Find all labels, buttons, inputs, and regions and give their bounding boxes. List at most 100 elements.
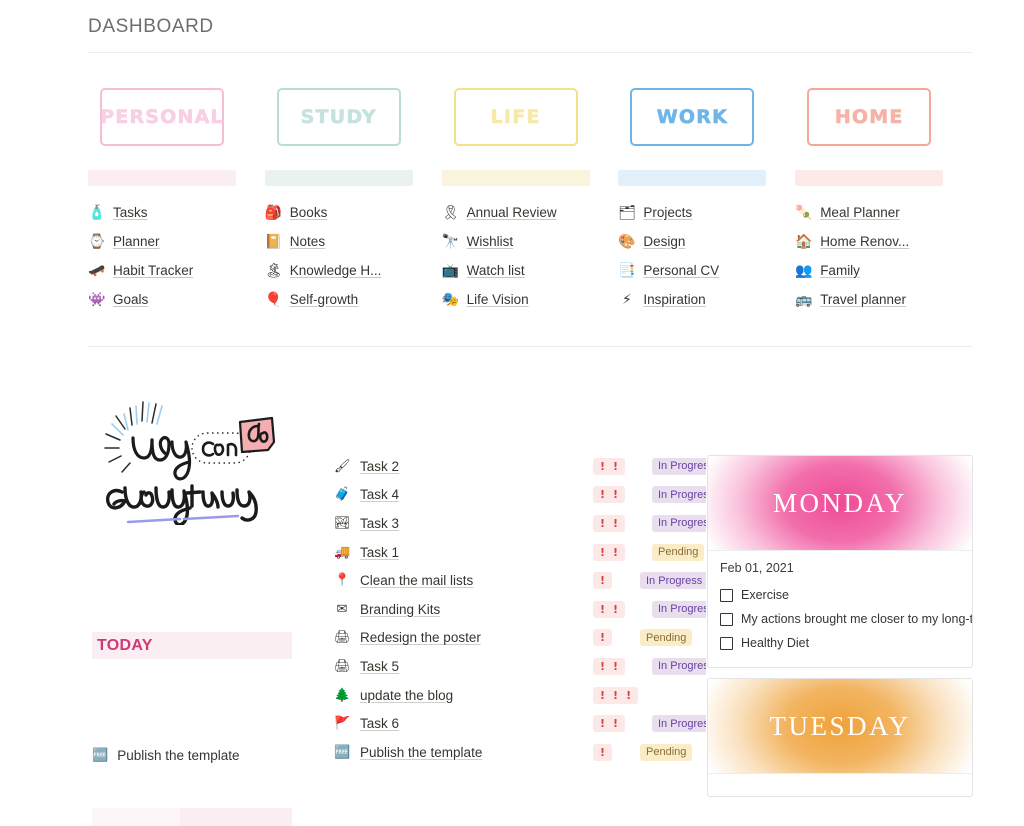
task-label: Task 4 [360, 487, 400, 503]
category-link[interactable]: 📔 Notes [265, 227, 442, 256]
category-links: 🧴 Tasks ⌚ Planner 🛹 Habit Tracker 👾 Goals [88, 198, 265, 314]
status-badge[interactable]: Pending [652, 543, 705, 561]
category-link[interactable]: 👾 Goals [88, 285, 265, 314]
left-column: TODAY 🆓 Publish the template [92, 400, 292, 826]
task-row[interactable]: 🧳 Task 4 [334, 481, 584, 510]
category-link[interactable]: 🎨 Design [618, 227, 795, 256]
status-badge[interactable]: Pending [640, 743, 693, 761]
status-badge[interactable]: In Progress [652, 486, 706, 504]
category-link-label: Design [643, 234, 686, 249]
category-card-personal[interactable]: PERSONAL [100, 88, 224, 146]
priority-mark: ! [600, 488, 606, 502]
category-link[interactable]: 🧴 Tasks [88, 198, 265, 227]
priority-badge[interactable]: !!! [593, 686, 639, 704]
task-row[interactable]: 🏞 Task 3 [334, 509, 584, 538]
status-badge[interactable]: In Progress [652, 657, 706, 675]
task-row[interactable]: 🌲 update the blog [334, 681, 584, 710]
category-link[interactable]: 🔭 Wishlist [442, 227, 619, 256]
category-grid: PERSONAL 🧴 Tasks ⌚ Planner 🛹 Habit Tracker 👾 Goa… [88, 88, 972, 314]
priority-badge[interactable]: !! [593, 657, 626, 675]
category-card-work[interactable]: WORK [630, 88, 755, 146]
house-icon: 🏠 [795, 233, 813, 250]
task-row[interactable]: 🖨 Redesign the poster [334, 624, 584, 653]
paintbrush-icon: 🖌 [334, 458, 351, 474]
category-column: WORK 🗂 Projects 🎨 Design 📑 Personal CV ⚡ Inspira… [618, 88, 795, 314]
checkbox[interactable] [720, 588, 733, 602]
task-row[interactable]: 🖌 Task 2 [334, 452, 584, 481]
task-row[interactable]: ✉ Branding Kits [334, 595, 584, 624]
category-link[interactable]: 📺 Watch list [442, 256, 619, 285]
priority-mark: ! [613, 717, 619, 731]
task-row[interactable]: 📍 Clean the mail lists [334, 566, 584, 595]
checklist-item[interactable]: My actions brought me closer to my long-… [720, 607, 972, 631]
priority-badge[interactable]: ! [593, 629, 613, 647]
page-title: DASHBOARD [88, 16, 214, 37]
category-link[interactable]: ⌚ Planner [88, 227, 265, 256]
category-card-home[interactable]: HOME [807, 88, 932, 146]
checklist-item[interactable]: Healthy Diet [720, 631, 960, 655]
category-link[interactable]: 📑 Personal CV [618, 256, 795, 285]
tree-icon: 🌲 [334, 687, 351, 703]
status-badge[interactable]: In Progress [640, 572, 706, 590]
day-card-monday[interactable]: MONDAY Feb 01, 2021 Exercise My actions bro… [707, 455, 973, 668]
category-link[interactable]: 🎭 Life Vision [442, 285, 619, 314]
day-card-tuesday[interactable]: TUESDAY [707, 678, 973, 797]
category-link-label: Inspiration [643, 292, 706, 307]
priority-badge[interactable]: !! [593, 715, 626, 733]
category-column: LIFE 🎗 Annual Review 🔭 Wishlist 📺 Watch list 🎭 L… [441, 88, 619, 314]
task-label: Redesign the poster [360, 630, 481, 646]
category-link[interactable]: 🏠 Home Renov... [795, 227, 972, 256]
category-link[interactable]: 👥 Family [795, 256, 972, 285]
status-badge[interactable]: In Progress [652, 600, 706, 618]
motivational-illustration [92, 400, 277, 527]
today-item-label: Publish the template [117, 748, 240, 763]
priority-badge[interactable]: ! [593, 572, 613, 590]
status-badge[interactable]: In Progress [652, 457, 706, 475]
category-links: 🍡 Meal Planner 🏠 Home Renov... 👥 Family 🚌 Trave… [795, 198, 972, 314]
category-link-label: Books [289, 205, 328, 220]
priority-badge[interactable]: ! [593, 743, 613, 761]
category-link-label: Habit Tracker [113, 263, 194, 278]
suitcase-icon: 🧳 [334, 487, 351, 503]
task-row[interactable]: 🆓 Publish the template [334, 738, 584, 767]
category-links: 🗂 Projects 🎨 Design 📑 Personal CV ⚡ Inspiration [618, 198, 795, 314]
priority-badge[interactable]: !! [593, 514, 626, 532]
category-link-label: Home Renov... [820, 234, 910, 249]
priority-badge[interactable]: !! [593, 486, 626, 504]
checkbox[interactable] [720, 636, 733, 650]
priority-badge[interactable]: !! [593, 543, 626, 561]
status-row: In Progress [640, 481, 706, 510]
checkbox[interactable] [720, 612, 733, 626]
category-link-label: Personal CV [643, 263, 720, 278]
task-row[interactable]: 🚚 Task 1 [334, 538, 584, 567]
category-link[interactable]: 🗂 Projects [618, 198, 795, 227]
priority-mark: ! [600, 459, 606, 473]
priority-badge[interactable]: !! [593, 457, 626, 475]
checklist-item[interactable]: Exercise [720, 583, 960, 607]
category-link[interactable]: 🏝 Knowledge H... [265, 256, 442, 285]
priority-badge[interactable]: !! [593, 600, 626, 618]
spray-bottle-icon: 🧴 [88, 204, 106, 221]
task-label: Task 1 [360, 544, 400, 560]
category-link[interactable]: 🎒 Books [265, 198, 442, 227]
category-card-study[interactable]: STUDY [276, 88, 401, 146]
flag-icon: 🚩 [334, 716, 351, 732]
category-link[interactable]: 🍡 Meal Planner [795, 198, 972, 227]
status-badge[interactable]: Pending [640, 629, 693, 647]
category-link[interactable]: 🚌 Travel planner [795, 285, 972, 314]
category-link[interactable]: 🛹 Habit Tracker [88, 256, 265, 285]
status-badge[interactable]: In Progress [652, 715, 706, 733]
task-row[interactable]: 🖨 Task 5 [334, 652, 584, 681]
task-row[interactable]: 🚩 Task 6 [334, 709, 584, 738]
category-card-life[interactable]: LIFE [453, 88, 578, 146]
free-badge-icon: 🆓 [334, 744, 351, 760]
category-link[interactable]: 🎗 Annual Review [442, 198, 619, 227]
notebook-icon: 📔 [264, 233, 283, 250]
status-badge[interactable]: In Progress [652, 514, 706, 532]
today-item[interactable]: 🆓 Publish the template [92, 748, 240, 763]
day-title: MONDAY [772, 487, 908, 518]
category-link[interactable]: ⚡ Inspiration [618, 285, 795, 314]
status-column: In Progress In Progress In Progress Pending… [640, 452, 706, 767]
category-link-label: Knowledge H... [289, 263, 382, 278]
category-link[interactable]: 🎈 Self-growth [265, 285, 442, 314]
